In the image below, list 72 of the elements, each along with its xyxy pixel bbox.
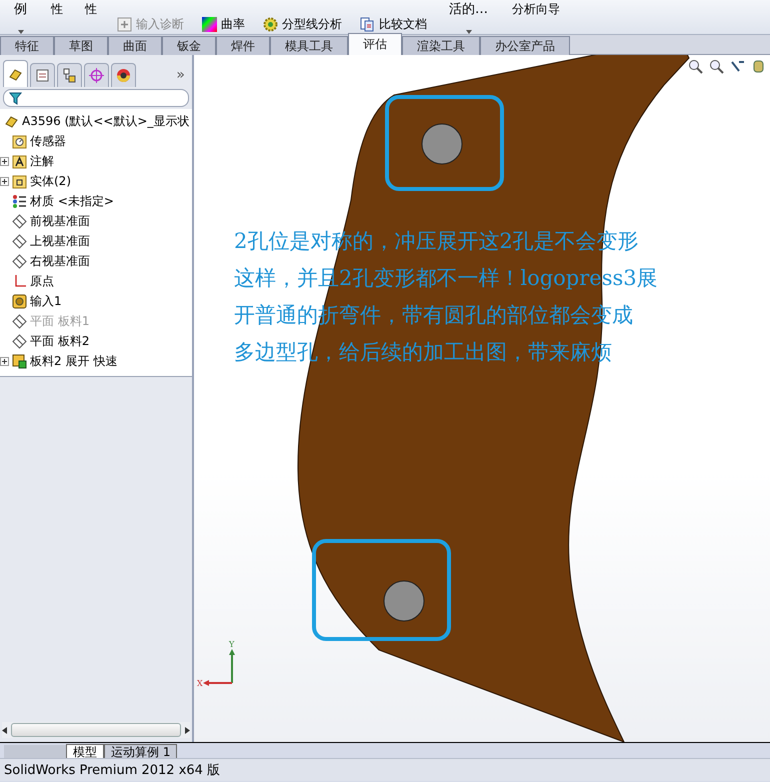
material-icon [12, 194, 27, 208]
command-tab[interactable]: 评估 [348, 33, 402, 55]
plane-icon [12, 314, 27, 328]
panel-tab[interactable] [57, 63, 82, 87]
expand-toggle-icon[interactable] [0, 176, 9, 186]
scroll-right-icon[interactable] [185, 726, 190, 734]
tree-item[interactable]: 上视基准面 [30, 232, 90, 250]
command-tab[interactable]: 钣金 [162, 36, 216, 55]
plane-icon [12, 234, 27, 248]
bottom-tab[interactable]: 运动算例 1 [104, 744, 178, 758]
panel-tab[interactable] [30, 63, 55, 87]
bottom-tab[interactable]: 模型 [66, 744, 104, 758]
axis-triad-drawing: Y X [197, 633, 241, 689]
flat-pattern-icon [12, 354, 27, 368]
document-icon [360, 17, 375, 32]
tree-item[interactable]: 板料2 展开 快速 [30, 352, 118, 370]
command-tab[interactable]: 渲染工具 [402, 36, 480, 55]
command-tab[interactable]: 办公室产品 [480, 36, 570, 55]
panel-tab[interactable] [111, 63, 136, 87]
expand-toggle-icon[interactable] [0, 356, 9, 366]
tree-item[interactable]: 原点 [30, 272, 54, 290]
panel-tab[interactable] [3, 60, 28, 87]
toolbar-dropdown-button[interactable]: 活的… [443, 0, 494, 34]
more-tabs-button[interactable]: » [172, 67, 189, 87]
folder-icon [12, 174, 27, 188]
hole [384, 580, 424, 622]
configuration-icon [62, 68, 77, 83]
command-tab[interactable]: 草图 [54, 36, 108, 55]
tree-item[interactable]: 实体(2) [30, 172, 71, 190]
appearance-ball-icon [116, 68, 131, 83]
tree-item[interactable]: 传感器 [30, 132, 66, 150]
cylinder-icon[interactable] [751, 59, 766, 74]
hole [422, 124, 462, 164]
tree-root-label[interactable]: A3596 (默认<<默认>_显示状 [22, 112, 190, 130]
zoom-icon[interactable] [709, 59, 724, 74]
tree-item[interactable]: 注解 [30, 152, 54, 170]
folder-letter-icon [12, 154, 27, 168]
filter-field[interactable] [3, 89, 189, 107]
toolbar-dropdown-button[interactable]: 例 [8, 0, 33, 34]
gear-icon [263, 17, 278, 32]
tree-item[interactable]: 前视基准面 [30, 212, 90, 230]
status-text: SolidWorks Premium 2012 x64 版 [4, 762, 220, 779]
toolbar-button[interactable]: 曲率 [200, 16, 247, 33]
tree-item[interactable]: 输入1 [30, 292, 62, 310]
tree-item[interactable]: 平面 板料2 [30, 332, 90, 350]
import-body-icon [12, 294, 27, 308]
command-tab[interactable]: 模具工具 [270, 36, 348, 55]
rainbow-gradient-icon [202, 17, 217, 32]
folder-gauge-icon [12, 134, 27, 148]
command-tab[interactable]: 曲面 [108, 36, 162, 55]
toolbar-button[interactable]: 比较文档 [358, 16, 429, 33]
scroll-left-icon[interactable] [2, 726, 7, 734]
toolbar-button[interactable]: 性 [81, 1, 101, 18]
toolbar-button[interactable]: 分型线分析 [261, 16, 344, 33]
plus-box-icon [117, 17, 132, 32]
command-tab[interactable]: 焊件 [216, 36, 270, 55]
property-sheet-icon [35, 68, 50, 83]
part-icon [4, 114, 19, 128]
plane-icon [12, 334, 27, 348]
horizontal-scrollbar[interactable] [2, 722, 190, 738]
zoom-icon[interactable] [688, 59, 703, 74]
plane-icon [12, 214, 27, 228]
toolbar-button[interactable]: 性 [47, 1, 67, 18]
command-tab[interactable]: 特征 [0, 36, 54, 55]
crosshair-icon [89, 68, 104, 83]
tree-item[interactable]: 材质 <未指定> [30, 192, 114, 210]
toolbar-button[interactable]: 分析向导 [508, 1, 564, 18]
expand-toggle-icon[interactable] [0, 156, 9, 166]
plane-icon [12, 254, 27, 268]
part-icon [8, 66, 23, 82]
filter-icon [8, 90, 23, 106]
tree-item[interactable]: 右视基准面 [30, 252, 90, 270]
